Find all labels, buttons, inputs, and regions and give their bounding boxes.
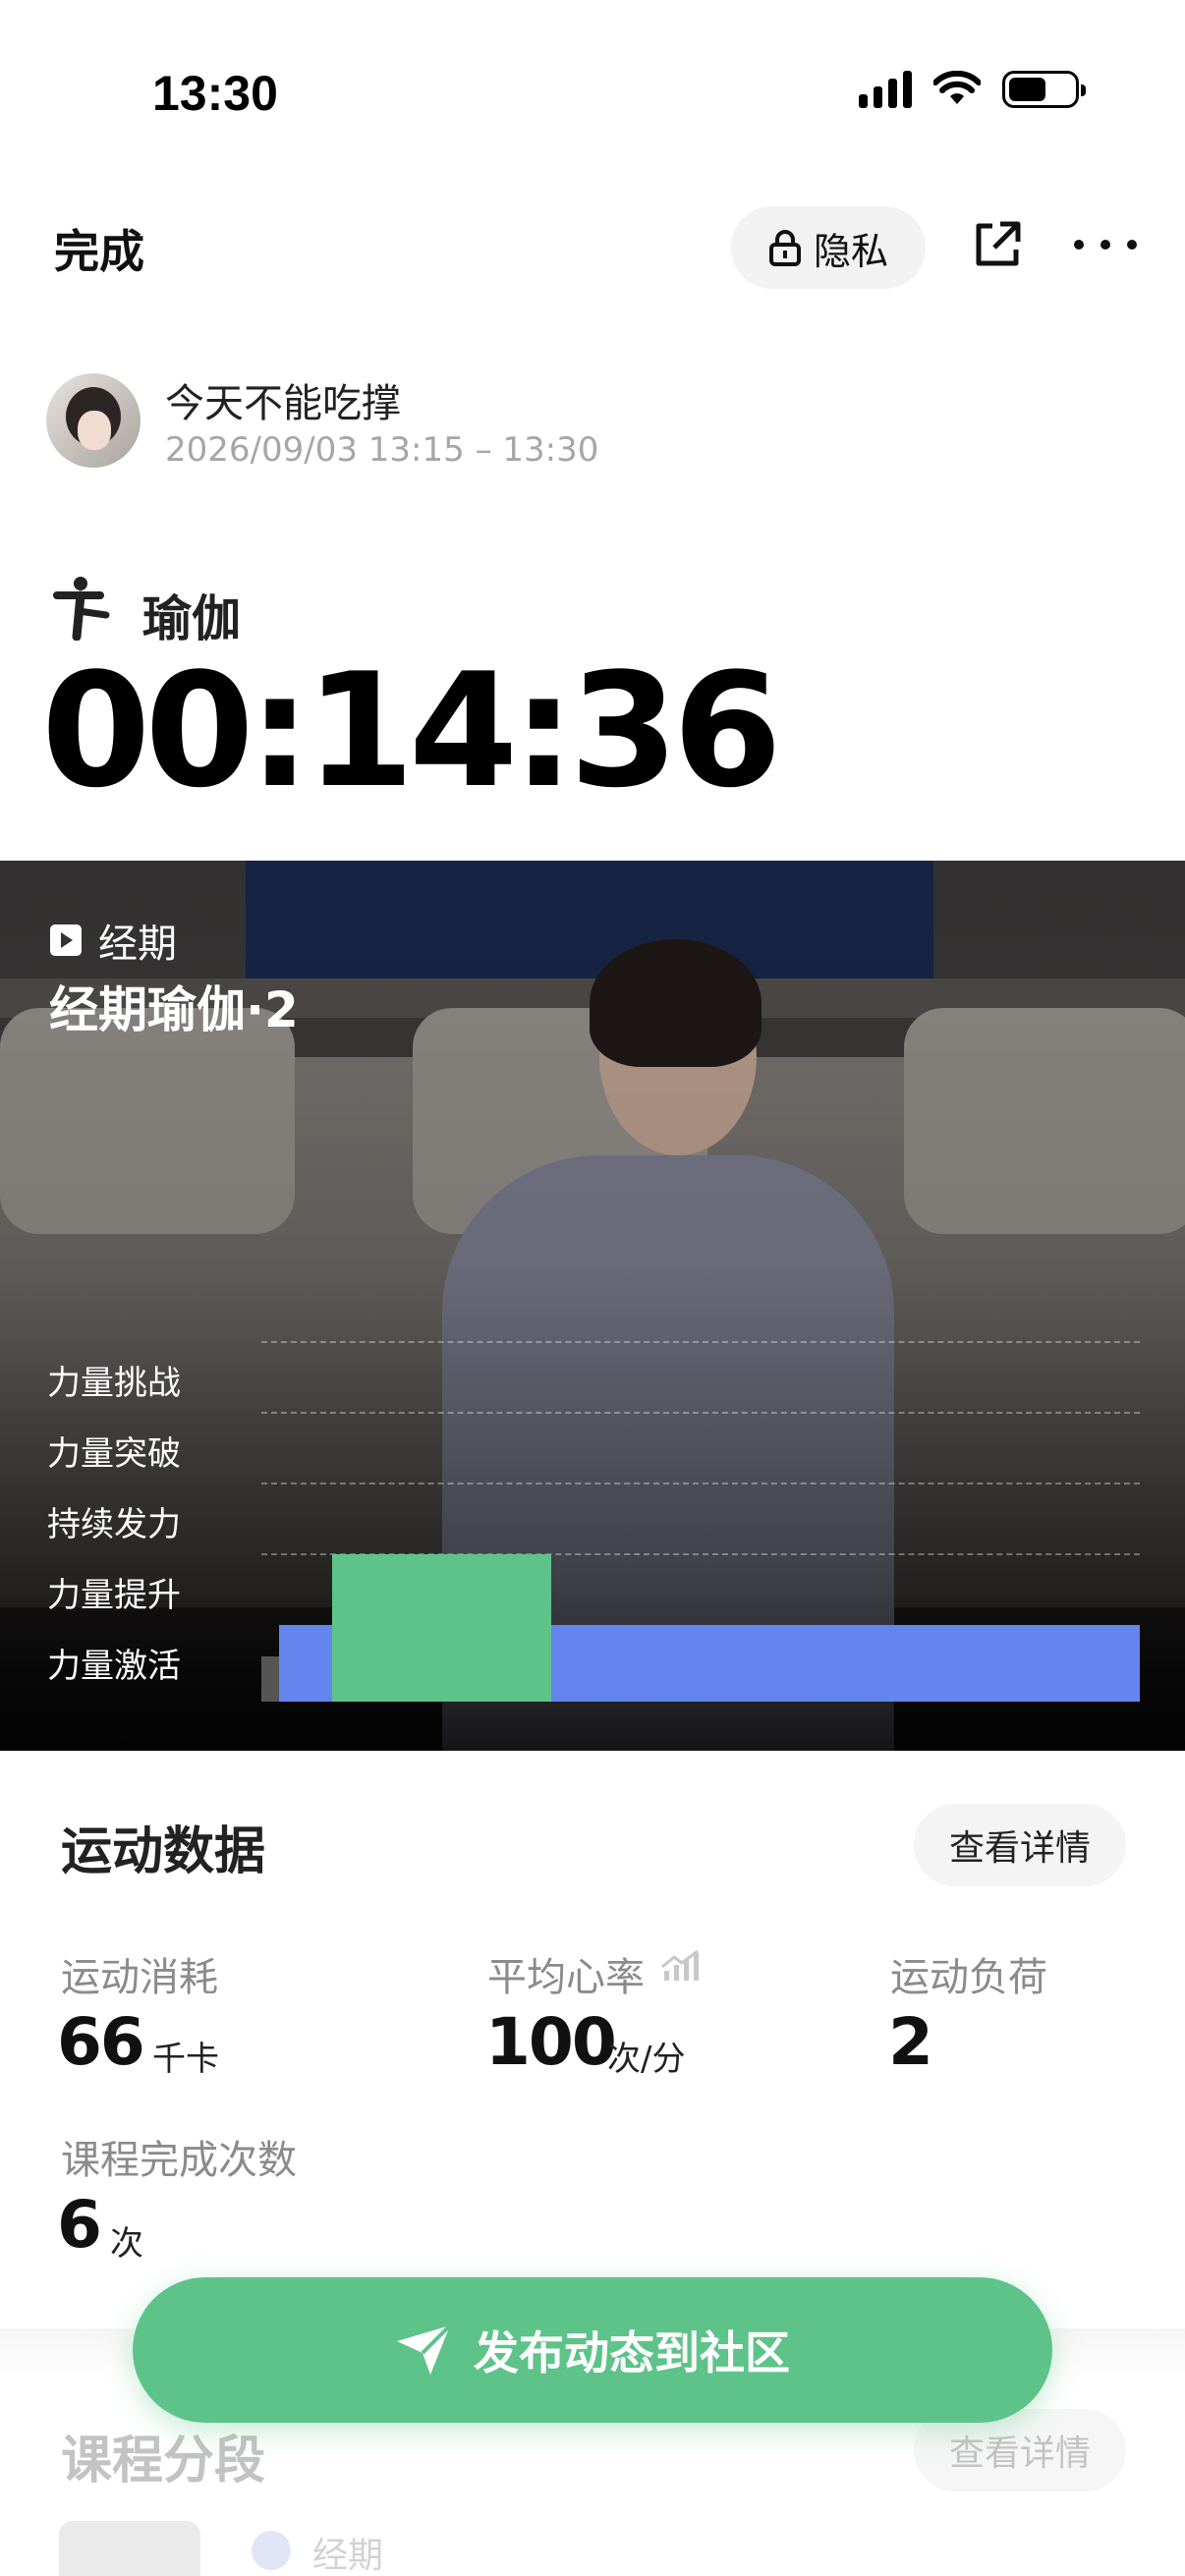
send-icon [397,2324,452,2375]
level-gridline [261,1412,1140,1414]
stat-heart-rate-unit: 次/分 [607,2040,686,2079]
segment-thumbnail[interactable] [59,2521,200,2576]
intensity-bar-idle [261,1656,279,1702]
course-name: 经期瑜伽·2 [49,981,299,1038]
stat-load-label: 运动负荷 [890,1955,1047,2000]
avatar[interactable] [46,373,141,468]
user-name: 今天不能吃撑 [165,381,401,426]
lock-icon [768,230,801,266]
level-label: 力量激活 [47,1647,181,1686]
stat-calories-label: 运动消耗 [61,1955,218,2000]
intensity-bar [331,1554,552,1702]
play-icon [50,924,82,956]
segment-tag-icon [252,2531,291,2570]
level-label: 力量挑战 [47,1364,181,1403]
stats-detail-button[interactable]: 查看详情 [914,1804,1126,1886]
stat-calories-unit: 千卡 [152,2040,219,2079]
segment-tag-label: 经期 [312,2536,384,2576]
done-button[interactable]: 完成 [54,216,144,281]
level-label: 力量突破 [47,1434,181,1474]
cellular-signal-icon [859,71,912,108]
status-time: 13:30 [152,66,278,121]
level-label: 力量提升 [47,1576,181,1615]
course-tag: 经期 [49,912,177,969]
yoga-icon [53,577,110,641]
workout-duration: 00:14:36 [41,639,782,822]
stat-completions-value: 6 [57,2187,102,2263]
level-gridline [261,1483,1140,1484]
publish-label: 发布动态到社区 [474,2326,790,2380]
level-gridline [261,1341,1140,1343]
stat-heart-rate-value: 100 [485,2004,617,2080]
stat-heart-rate-label: 平均心率 [487,1955,645,2000]
workout-time-range: 2026/09/03 13:15 – 13:30 [165,430,599,470]
battery-icon [1002,71,1086,108]
segments-title: 课程分段 [61,2432,266,2491]
course-tag-label: 经期 [98,922,177,967]
stat-calories-value: 66 [57,2004,145,2080]
heart-rate-chart-icon[interactable] [660,1949,700,1983]
stat-completions-label: 课程完成次数 [61,2138,297,2183]
share-icon[interactable] [971,218,1024,271]
more-options-icon[interactable] [1071,218,1140,271]
publish-to-community-button[interactable]: 发布动态到社区 [133,2277,1052,2423]
privacy-button[interactable]: 隐私 [731,206,926,289]
stat-completions-unit: 次 [110,2224,143,2264]
stat-load-value: 2 [888,2004,933,2080]
privacy-label: 隐私 [813,229,888,273]
stats-title: 运动数据 [61,1822,266,1881]
wifi-icon [933,71,981,104]
course-hero[interactable]: 经期 经期瑜伽·2 力量挑战 力量突破 持续发力 力量提升 力量激活 [0,861,1185,1751]
status-icons [859,71,1086,108]
level-label: 持续发力 [47,1505,181,1544]
